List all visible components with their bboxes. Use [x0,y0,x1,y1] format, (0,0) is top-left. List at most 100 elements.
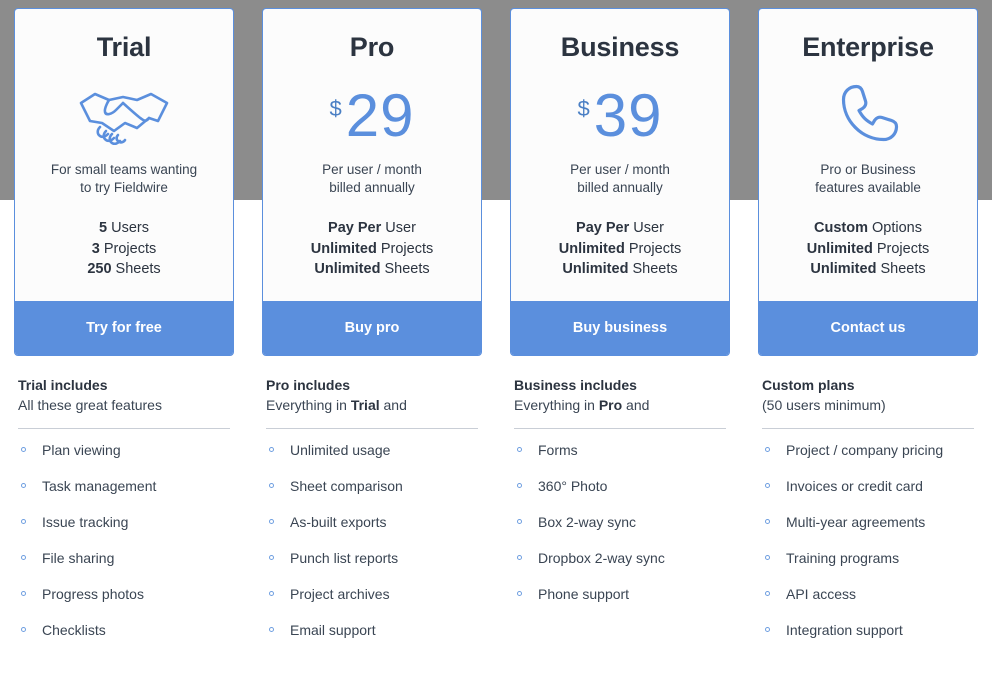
feature-list-item: Project / company pricing [762,443,974,457]
features-title: Pro includes [266,377,351,393]
plan-spec-value: Unlimited [806,240,873,257]
plan-spec-value: 250 [87,261,112,278]
plan-card-trial: Trial For small teams wanting to try Fiel… [14,8,234,356]
feature-list-item: Plan viewing [18,443,230,457]
plan-blurb: Pro or Business features available [815,161,921,197]
plan-spec-label: Projects [376,240,434,257]
features-subtitle-pre: Everything in [266,396,351,413]
plan-name: Pro [349,32,395,62]
features-subtitle-strong: Pro [598,396,623,413]
features-subtitle-pre: All these great features [18,396,162,413]
feature-label: Plan viewing [42,441,121,458]
plan-blurb-line2: features available [815,179,921,195]
plan-blurb-line1: For small teams wanting [50,161,198,177]
plan-specs: Custom Options Unlimited Projects Unlimite… [807,218,929,280]
plan-card-body: Pro $29 Per user / month billed annually Pay… [263,9,481,301]
plan-blurb: Per user / month billed annually [570,161,670,197]
feature-label: Box 2-way sync [538,513,637,530]
feature-list-item: Project archives [266,587,478,601]
bullet-circle-icon [21,518,26,524]
plan-price: $29 [330,81,415,149]
plan-spec-row: Unlimited Sheets [559,259,681,280]
plan-spec-value: Unlimited [562,261,629,278]
features-block: Business includes Everything in Pro and Fo… [510,376,730,601]
feature-list-item: Training programs [762,551,974,565]
bullet-circle-icon [269,446,274,452]
plan-spec-value: Custom [814,220,868,237]
plan-blurb-line2: to try Fieldwire [80,179,168,195]
plan-spec-row: Custom Options [807,218,929,239]
feature-list-item: Forms [514,443,726,457]
feature-list-item: File sharing [18,551,230,565]
bullet-circle-icon [269,590,274,596]
plan-card-pro: Pro $29 Per user / month billed annually Pay… [262,8,482,356]
feature-label: Integration support [786,621,903,638]
bullet-circle-icon [765,446,770,452]
feature-list-item: Progress photos [18,587,230,601]
plan-spec-row: Unlimited Sheets [311,259,433,280]
bullet-circle-icon [517,590,522,596]
bullet-circle-icon [21,626,26,632]
feature-list-item: As-built exports [266,515,478,529]
features-subtitle: (50 users minimum) [762,396,974,415]
price-currency: $ [577,95,590,121]
plan-spec-row: Pay Per User [559,218,681,239]
plan-hero [25,73,223,159]
features-subtitle-pre: Everything in [514,396,599,413]
plan-specs: 5 Users 3 Projects 250 Sheets [87,218,160,280]
plan-blurb-line1: Per user / month [570,161,670,177]
features-divider [266,427,478,429]
feature-label: API access [786,585,857,602]
plan-card-enterprise: Enterprise Pro or Business features avail… [758,8,978,356]
plan-name: Trial [96,32,152,62]
bullet-circle-icon [765,626,770,632]
plan-cta-button-business[interactable]: Buy business [511,301,729,355]
plan-cta-button-trial[interactable]: Try for free [15,301,233,355]
features-divider [514,427,726,429]
plan-hero [769,73,967,159]
feature-list-item: Dropbox 2-way sync [514,551,726,565]
handshake-icon [78,87,170,145]
feature-label: Unlimited usage [290,441,391,458]
feature-list: Unlimited usage Sheet comparison As-built … [266,443,478,637]
price-amount: 39 [593,81,663,149]
plan-blurb: For small teams wanting to try Fieldwire [51,161,197,197]
features-block: Custom plans (50 users minimum) Project / … [758,376,978,637]
bullet-circle-icon [269,518,274,524]
plan-hero: $39 [521,73,719,159]
feature-label: Phone support [538,585,630,602]
plan-spec-label: Projects [872,240,930,257]
feature-label: Punch list reports [290,549,399,566]
plan-specs: Pay Per User Unlimited Projects Unlimited … [311,218,433,280]
feature-list-item: Checklists [18,623,230,637]
pricing-column-trial: Trial For small teams wanting to try Fiel… [0,0,248,659]
plan-spec-row: Unlimited Sheets [807,259,929,280]
plan-spec-row: Pay Per User [311,218,433,239]
plan-spec-label: Sheets [628,261,678,278]
plan-spec-label: User [381,220,416,237]
feature-list: Project / company pricing Invoices or cre… [762,443,974,637]
features-subtitle: Everything in Pro and [514,396,726,415]
bullet-circle-icon [765,554,770,560]
bullet-circle-icon [517,518,522,524]
feature-list-item: Phone support [514,587,726,601]
bullet-circle-icon [765,518,770,524]
feature-label: Progress photos [42,585,144,602]
plan-blurb: Per user / month billed annually [322,161,422,197]
features-block: Pro includes Everything in Trial and Unlim… [262,376,482,637]
features-subtitle: Everything in Trial and [266,396,478,415]
plan-spec-row: 3 Projects [87,239,160,260]
plan-cta-button-pro[interactable]: Buy pro [263,301,481,355]
plan-cta-button-enterprise[interactable]: Contact us [759,301,977,355]
plan-spec-label: Sheets [380,261,430,278]
bullet-circle-icon [21,554,26,560]
price-amount: 29 [345,81,415,149]
feature-list-item: Integration support [762,623,974,637]
feature-label: As-built exports [290,513,387,530]
feature-label: Project archives [290,585,390,602]
plan-spec-label: Options [867,220,922,237]
feature-label: Checklists [42,621,106,638]
feature-list-item: Unlimited usage [266,443,478,457]
plan-blurb-line1: Pro or Business [820,161,916,177]
plan-spec-value: Unlimited [314,261,381,278]
